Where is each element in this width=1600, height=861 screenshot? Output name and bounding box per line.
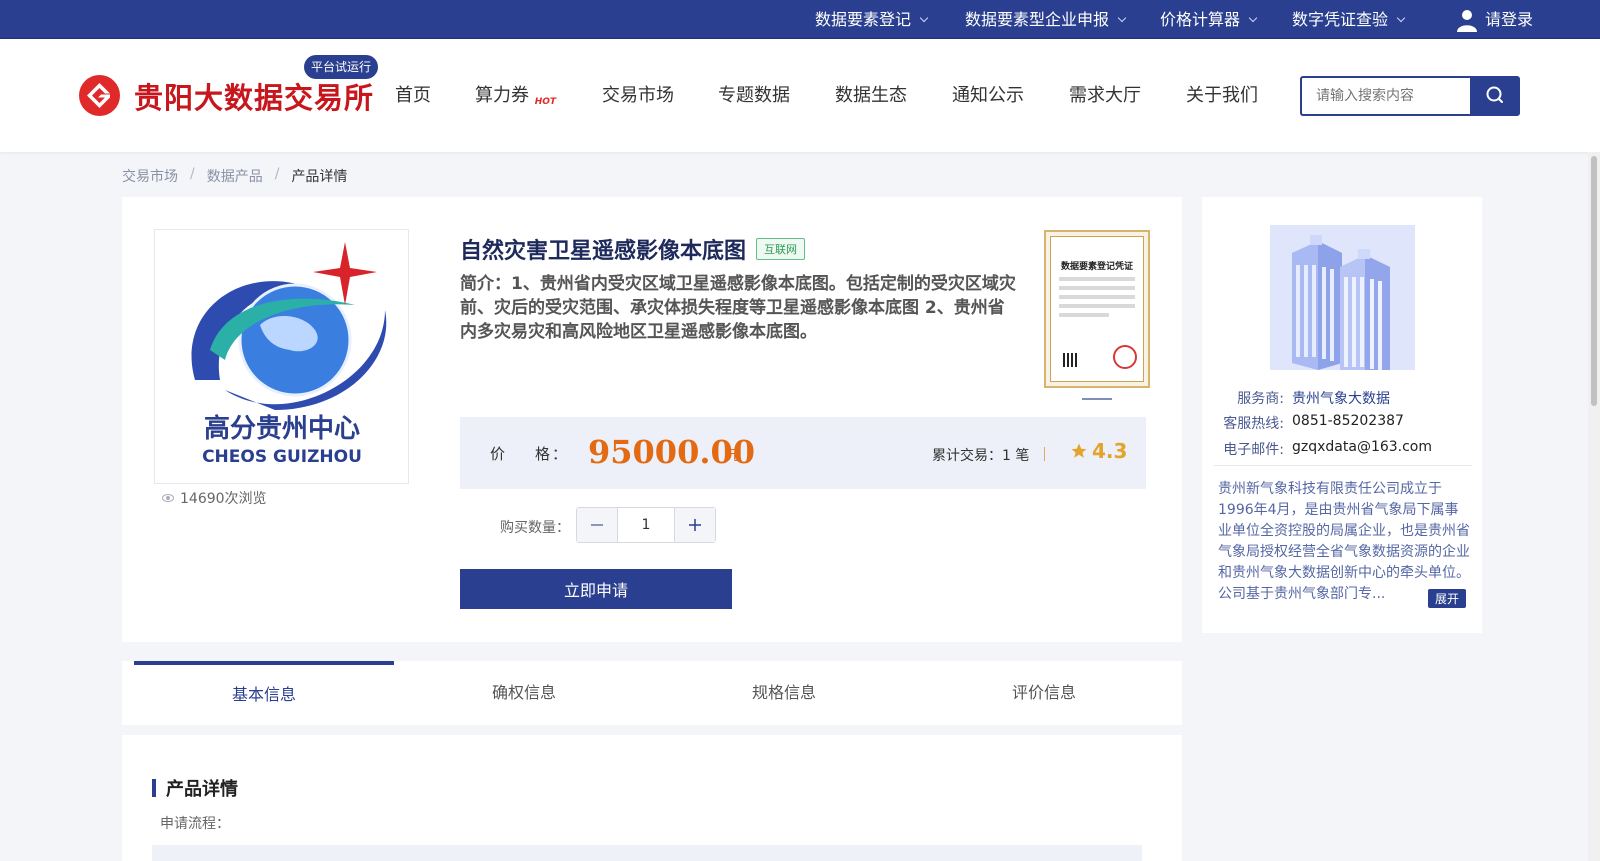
provider-building-image [1270, 225, 1415, 370]
product-card: 高分贵州中心 CHEOS GUIZHOU 14690次浏览 自然灾害卫星遥感影像… [122, 197, 1182, 642]
expand-button[interactable]: 展开 [1428, 589, 1467, 608]
provider-card: 服务商: 贵州气象大数据 客服热线: 0851-85202387 电子邮件: g… [1202, 197, 1482, 633]
price-panel: 价格： 95000.00 元 累计交易：1 笔 4.3 [460, 417, 1146, 489]
provider-description: 贵州新气象科技有限责任公司成立于1996年4月，是由贵州省气象局下属事业单位全资… [1218, 481, 1470, 602]
hotline-label: 客服热线: [1223, 416, 1284, 432]
quantity-stepper [576, 507, 716, 543]
page-scrollbar[interactable] [1588, 152, 1600, 861]
breadcrumb-market[interactable]: 交易市场 [122, 166, 178, 186]
breadcrumb: 交易市场 / 数据产品 / 产品详情 [122, 166, 347, 186]
apply-now-button[interactable]: 立即申请 [460, 569, 732, 609]
product-title: 自然灾害卫星遥感影像本底图 互联网 [460, 233, 806, 265]
quantity-decrement-button[interactable] [577, 508, 617, 542]
breadcrumb-separator: / [274, 166, 280, 182]
star-icon [1071, 443, 1087, 458]
qr-code-icon [1063, 353, 1077, 367]
product-logo-image: 高分贵州中心 CHEOS GUIZHOU [154, 229, 409, 484]
logo-text-cn: 高分贵州中心 [204, 413, 360, 444]
header: 贵阳大数据交易所 平台试运行 首页 算力券 HOT 交易市场 专题数据 数据生态… [0, 39, 1600, 152]
section-accent-bar [152, 779, 156, 797]
category-tag: 互联网 [756, 238, 806, 260]
hot-badge: HOT [534, 97, 557, 107]
product-description: 简介：1、贵州省内受灾区域卫星遥感影像本底图。包括定制的受灾区域灾前、灾后的受灾… [460, 274, 1016, 342]
user-icon [1457, 9, 1477, 32]
chevron-down-icon [919, 13, 929, 22]
application-flow-label: 申请流程： [160, 816, 230, 832]
quantity-label: 购买数量： [500, 520, 570, 536]
topbar-item-label: 价格计算器 [1160, 10, 1241, 29]
nav-item-label: 算力券 [475, 85, 529, 106]
service-provider-row: 服务商: 贵州气象大数据 [1222, 388, 1390, 408]
search-icon [1486, 86, 1503, 103]
login-button[interactable]: 请登录 [1455, 0, 1533, 39]
quantity-input[interactable] [617, 508, 675, 542]
quantity-increment-button[interactable] [675, 508, 715, 542]
nav-demand-hall[interactable]: 需求大厅 [1069, 81, 1141, 107]
chevron-down-icon [1396, 13, 1406, 22]
rating-value: 4.3 [1092, 439, 1128, 463]
nav-notices[interactable]: 通知公示 [952, 81, 1024, 107]
site-logo-icon[interactable] [79, 75, 120, 116]
divider [1214, 465, 1472, 466]
email-row: 电子邮件: gzqxdata@163.com [1222, 439, 1432, 459]
tab-spec-info[interactable]: 规格信息 [654, 661, 914, 725]
breadcrumb-separator: / [190, 166, 195, 182]
service-provider-label: 服务商: [1237, 391, 1284, 407]
login-label: 请登录 [1485, 10, 1534, 29]
trade-count: 累计交易：1 笔 [932, 448, 1030, 464]
service-provider-link[interactable]: 贵州气象大数据 [1292, 388, 1390, 408]
topbar-voucher-check[interactable]: 数字凭证查验 [1292, 0, 1406, 39]
nav-about[interactable]: 关于我们 [1186, 81, 1258, 107]
scrollbar-thumb[interactable] [1591, 156, 1597, 406]
plus-icon [689, 519, 701, 531]
tab-basic-info[interactable]: 基本信息 [134, 661, 394, 725]
email-value: gzqxdata@163.com [1292, 439, 1433, 455]
nav-market[interactable]: 交易市场 [602, 81, 674, 107]
detail-tabs: 基本信息 确权信息 规格信息 评价信息 [122, 661, 1182, 725]
product-detail-section: 产品详情 申请流程： [122, 735, 1182, 861]
application-flow-area [152, 845, 1142, 861]
section-title-text: 产品详情 [166, 779, 238, 800]
nav-compute-voucher[interactable]: 算力券 HOT [475, 81, 556, 107]
nav-topic-data[interactable]: 专题数据 [718, 81, 790, 107]
topbar-data-registration[interactable]: 数据要素登记 [815, 0, 929, 39]
section-title: 产品详情 [152, 775, 238, 801]
certificate-indicator [1082, 398, 1112, 400]
product-title-text: 自然灾害卫星遥感影像本底图 [460, 239, 747, 264]
trial-badge: 平台试运行 [304, 55, 379, 79]
chevron-down-icon [1248, 13, 1258, 22]
certificate-thumbnail[interactable]: 数据要素登记凭证 [1044, 230, 1150, 388]
top-bar: 数据要素登记 数据要素型企业申报 价格计算器 数字凭证查验 请登录 [0, 0, 1600, 39]
view-count-label: 14690次浏览 [180, 491, 267, 507]
search-button[interactable] [1470, 76, 1520, 116]
nav-ecosystem[interactable]: 数据生态 [835, 81, 907, 107]
view-count: 14690次浏览 [162, 488, 267, 508]
tab-rights-info[interactable]: 确权信息 [394, 661, 654, 725]
chevron-down-icon [1117, 13, 1127, 22]
site-name[interactable]: 贵阳大数据交易所 [134, 75, 374, 117]
topbar-item-label: 数据要素登记 [815, 10, 912, 29]
rating: 4.3 [1070, 439, 1127, 463]
price-unit: 元 [726, 448, 740, 464]
breadcrumb-current: 产品详情 [291, 169, 348, 185]
search-input[interactable] [1300, 76, 1470, 116]
minus-icon [591, 524, 603, 526]
seal-icon [1113, 345, 1137, 369]
tab-review-info[interactable]: 评价信息 [914, 661, 1174, 725]
divider [1044, 447, 1045, 461]
logo-text-en: CHEOS GUIZHOU [202, 447, 362, 467]
eye-icon [162, 494, 174, 502]
topbar-enterprise-declaration[interactable]: 数据要素型企业申报 [965, 0, 1127, 39]
hotline-value: 0851-85202387 [1292, 413, 1404, 429]
topbar-item-label: 数据要素型企业申报 [965, 10, 1110, 29]
certificate-title: 数据要素登记凭证 [1060, 262, 1133, 272]
topbar-price-calculator[interactable]: 价格计算器 [1160, 0, 1258, 39]
email-label: 电子邮件: [1223, 442, 1284, 458]
nav-home[interactable]: 首页 [395, 81, 431, 107]
hotline-row: 客服热线: 0851-85202387 [1222, 413, 1404, 433]
topbar-item-label: 数字凭证查验 [1292, 10, 1389, 29]
price-label: 价格： [490, 445, 570, 463]
breadcrumb-data-products[interactable]: 数据产品 [207, 166, 263, 186]
